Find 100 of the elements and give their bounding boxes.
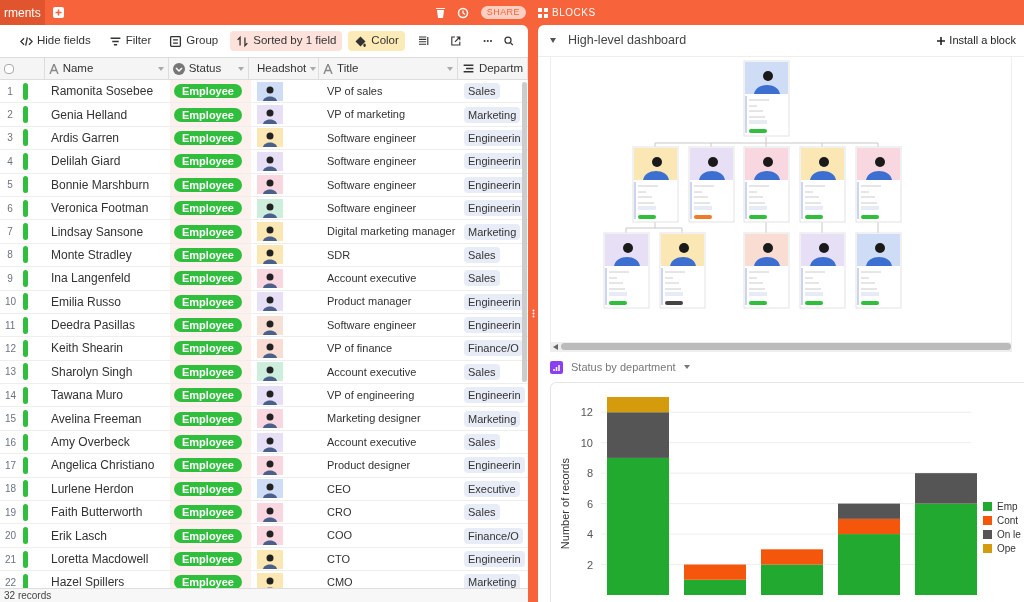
- org-card[interactable]: [659, 232, 706, 309]
- row-number: 4: [6, 154, 14, 169]
- org-card[interactable]: [855, 232, 902, 309]
- org-card[interactable]: [743, 60, 790, 137]
- department-tag: Finance/O: [464, 340, 523, 357]
- column-header[interactable]: Status: [168, 58, 250, 79]
- status-badge: Employee: [174, 224, 242, 239]
- table-cell-text: CEO: [327, 481, 351, 497]
- row-number: 15: [5, 412, 15, 427]
- toolbar-button[interactable]: Group: [163, 31, 225, 51]
- row-number: 22: [5, 575, 15, 588]
- org-card[interactable]: [743, 232, 790, 309]
- row-number: 12: [5, 342, 15, 356]
- scroll-left-icon[interactable]: [553, 343, 559, 350]
- row-number: 8: [6, 248, 14, 263]
- org-card[interactable]: [603, 232, 650, 309]
- org-card[interactable]: [632, 146, 679, 223]
- table-cell-text: Keith Shearin: [51, 340, 124, 358]
- status-badge: Employee: [174, 341, 242, 356]
- status-badge: Employee: [174, 364, 242, 379]
- department-tag: Executive: [464, 480, 520, 497]
- table-cell-text: Emilia Russo: [51, 293, 122, 311]
- table-cell-text: Ramonita Sosebee: [51, 83, 154, 101]
- install-block-button[interactable]: Install a block: [937, 32, 1016, 49]
- department-tag: Engineerin: [464, 551, 525, 567]
- status-badge: Employee: [174, 435, 242, 450]
- column-header[interactable]: Headshot: [249, 58, 320, 79]
- table-cell-text: Software engineer: [327, 154, 417, 170]
- table-cell-text: VP of sales: [327, 83, 383, 99]
- scrollbar-thumb[interactable]: [522, 82, 527, 382]
- row-height-icon[interactable]: [418, 35, 430, 47]
- row-number: 6: [6, 201, 14, 216]
- status-badge: Employee: [174, 458, 242, 473]
- department-tag: Engineerin: [464, 129, 525, 146]
- dashboard-title: High-level dashboard: [568, 32, 688, 50]
- toolbar-button[interactable]: Color: [348, 31, 405, 51]
- status-badge: Employee: [174, 154, 242, 169]
- column-header[interactable]: Name: [44, 58, 169, 79]
- table-tab[interactable]: rments: [0, 0, 45, 25]
- record-count: 32 records: [3, 589, 52, 602]
- table-cell-text: Bonnie Marshburn: [51, 176, 150, 194]
- status-badge: Employee: [174, 130, 242, 145]
- table-cell-text: SDR: [327, 247, 351, 263]
- department-tag: Marketing: [464, 223, 521, 240]
- status-field-icon: [172, 62, 185, 75]
- org-card[interactable]: [743, 146, 790, 223]
- table-cell-text: VP of marketing: [327, 107, 406, 123]
- more-icon[interactable]: [482, 39, 493, 43]
- history-icon[interactable]: [456, 6, 469, 19]
- caret-icon[interactable]: [683, 365, 690, 369]
- row-number: 9: [6, 271, 14, 286]
- select-all-checkbox[interactable]: [4, 63, 14, 74]
- table-cell-text: Monte Stradley: [51, 246, 132, 264]
- chart-title[interactable]: Status by department: [571, 358, 676, 376]
- caret-icon[interactable]: [550, 38, 556, 43]
- table-cell-text: Tawana Muro: [51, 387, 124, 405]
- status-badge: Employee: [174, 271, 242, 286]
- table-cell-text: COO: [327, 528, 353, 544]
- search-icon[interactable]: [504, 35, 514, 47]
- column-header[interactable]: Title: [319, 58, 458, 79]
- horizontal-scrollbar[interactable]: [551, 342, 1011, 351]
- department-tag: Engineerin: [464, 153, 525, 170]
- org-card[interactable]: [799, 146, 846, 223]
- toolbar-button[interactable]: Hide fields: [14, 31, 97, 51]
- connector-line: [625, 221, 683, 234]
- row-number: 16: [5, 435, 15, 450]
- table-cell-text: Ina Langenfeld: [51, 270, 131, 288]
- table-cell-text: Software engineer: [327, 317, 417, 333]
- share-view-icon[interactable]: [451, 35, 461, 47]
- sort-arrows-icon: [236, 34, 250, 48]
- trash-icon[interactable]: [435, 7, 445, 18]
- department-tag: Finance/O: [464, 527, 523, 544]
- status-badge: Employee: [174, 107, 242, 122]
- department-tag: Sales: [464, 434, 500, 451]
- status-badge: Employee: [174, 505, 242, 520]
- blocks-label: BLOCKS: [552, 6, 596, 20]
- toolbar-button[interactable]: Filter: [102, 31, 158, 51]
- table-cell-text: Account executive: [327, 271, 417, 287]
- row-number: 3: [6, 131, 14, 146]
- column-header[interactable]: Departm: [457, 58, 528, 79]
- org-card[interactable]: [855, 146, 902, 223]
- row-number: 13: [5, 365, 15, 380]
- status-badge: Employee: [174, 247, 242, 262]
- department-tag: Engineerin: [464, 457, 525, 474]
- resize-handle-icon[interactable]: [531, 309, 535, 318]
- toolbar-button[interactable]: Sorted by 1 field: [230, 31, 343, 51]
- org-card[interactable]: [799, 232, 846, 309]
- table-cell-text: CMO: [327, 575, 353, 588]
- department-tag: Sales: [464, 504, 500, 521]
- table-cell-text: VP of engineering: [327, 388, 415, 403]
- row-number: 17: [5, 458, 15, 473]
- plus-icon: [937, 36, 946, 45]
- department-tag: Engineerin: [464, 317, 525, 334]
- caret-icon: [238, 66, 245, 71]
- table-cell-text: Amy Overbeck: [51, 434, 130, 452]
- status-badge: Employee: [174, 388, 242, 403]
- table-cell-text: Software engineer: [327, 200, 417, 216]
- org-card[interactable]: [688, 146, 735, 223]
- table-cell-text: Loretta Macdowell: [51, 551, 149, 568]
- add-tab-icon[interactable]: [52, 7, 64, 18]
